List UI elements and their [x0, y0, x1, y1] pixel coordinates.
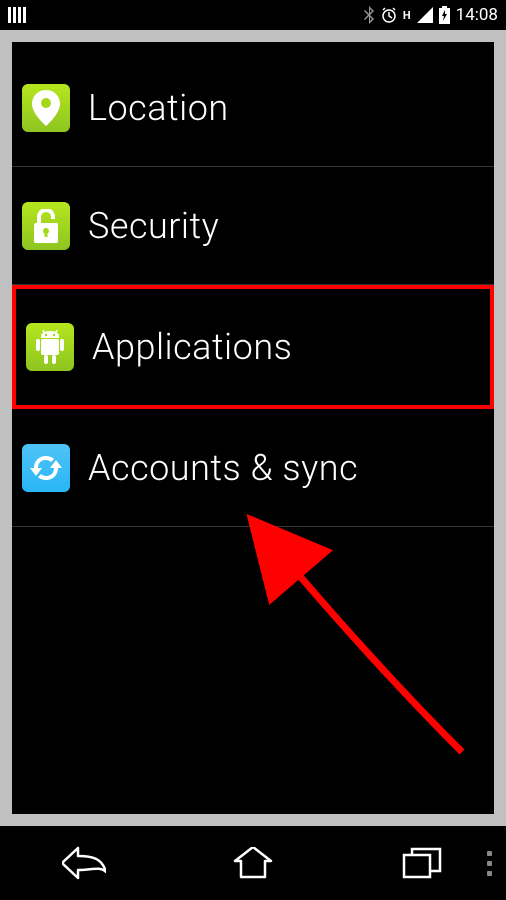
- settings-item-security[interactable]: Security: [12, 167, 494, 285]
- status-right: H 14:08: [363, 5, 498, 25]
- signal-icon: [417, 7, 433, 23]
- bluetooth-icon: [363, 6, 375, 24]
- recent-apps-button[interactable]: [367, 839, 477, 887]
- android-icon: [26, 323, 74, 371]
- settings-item-label: Applications: [92, 326, 292, 368]
- status-time: 14:08: [456, 5, 498, 25]
- home-button[interactable]: [198, 839, 308, 887]
- data-indicator: H: [403, 9, 411, 22]
- overflow-menu-button[interactable]: [487, 851, 492, 876]
- battery-icon: [439, 6, 450, 24]
- dot-icon: [487, 851, 492, 856]
- settings-item-accounts-sync[interactable]: Accounts & sync: [12, 409, 494, 527]
- settings-item-location[interactable]: Location: [12, 42, 494, 167]
- settings-item-applications[interactable]: Applications: [12, 285, 494, 409]
- dot-icon: [487, 871, 492, 876]
- settings-item-label: Location: [88, 87, 229, 129]
- sync-icon: [22, 444, 70, 492]
- status-left: [8, 7, 28, 23]
- navigation-bar: [0, 826, 506, 900]
- back-icon: [62, 846, 106, 880]
- location-icon: [22, 84, 70, 132]
- home-icon: [231, 847, 275, 879]
- content-frame: Location Security Applications Accounts …: [0, 30, 506, 826]
- settings-list: Location Security Applications Accounts …: [12, 42, 494, 814]
- lock-icon: [22, 202, 70, 250]
- back-button[interactable]: [29, 839, 139, 887]
- alarm-icon: [381, 7, 397, 23]
- settings-item-label: Security: [88, 205, 219, 247]
- status-bar: H 14:08: [0, 0, 506, 30]
- recent-apps-icon: [402, 847, 442, 879]
- settings-item-label: Accounts & sync: [88, 447, 358, 489]
- dot-icon: [487, 861, 492, 866]
- notification-icon: [8, 7, 28, 23]
